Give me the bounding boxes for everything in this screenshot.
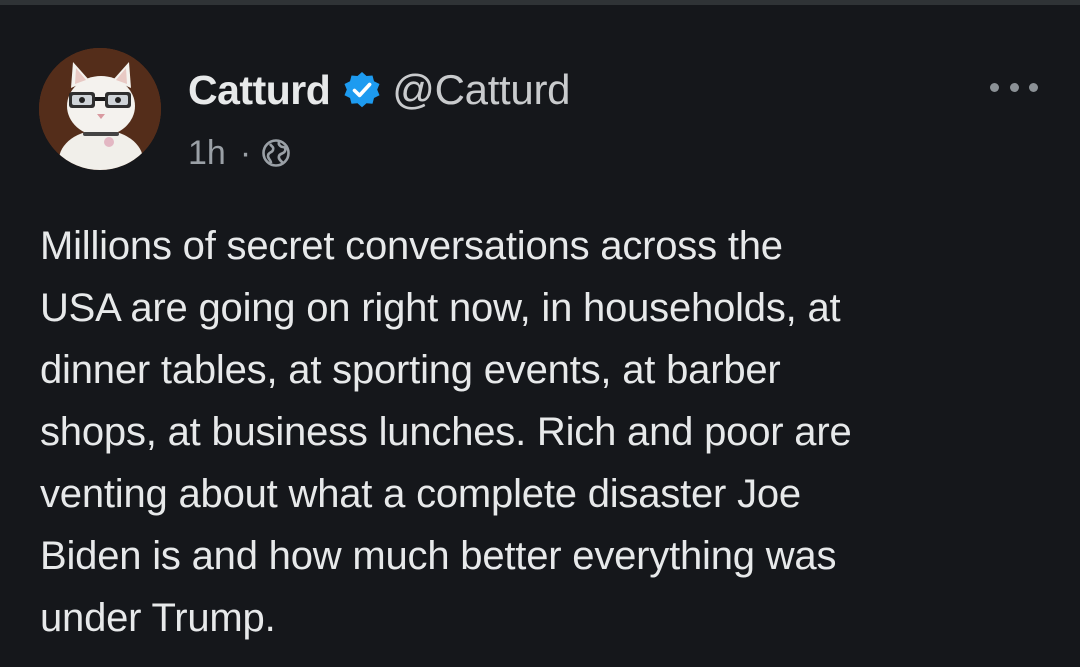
more-dot [1009, 82, 1019, 92]
verified-badge-icon [342, 70, 382, 110]
avatar[interactable] [39, 48, 161, 170]
meta-separator: · [239, 133, 252, 172]
tweet-text: Millions of secret conversations across … [40, 224, 852, 640]
author-display-name[interactable]: Catturd [188, 67, 331, 114]
author-handle[interactable]: @Catturd [392, 66, 570, 114]
tweet-meta: 1h · [188, 131, 291, 175]
author-row: Catturd @Catturd [188, 65, 571, 115]
more-dot [990, 82, 999, 92]
timestamp[interactable]: 1h [188, 134, 226, 173]
tweet-card: Catturd @Catturd 1h · Millions of secret… [0, 5, 1080, 667]
globe-icon [261, 138, 291, 168]
more-dot [1029, 82, 1038, 92]
cat-with-glasses-avatar-icon [39, 48, 161, 170]
more-options-icon[interactable] [990, 75, 1038, 99]
